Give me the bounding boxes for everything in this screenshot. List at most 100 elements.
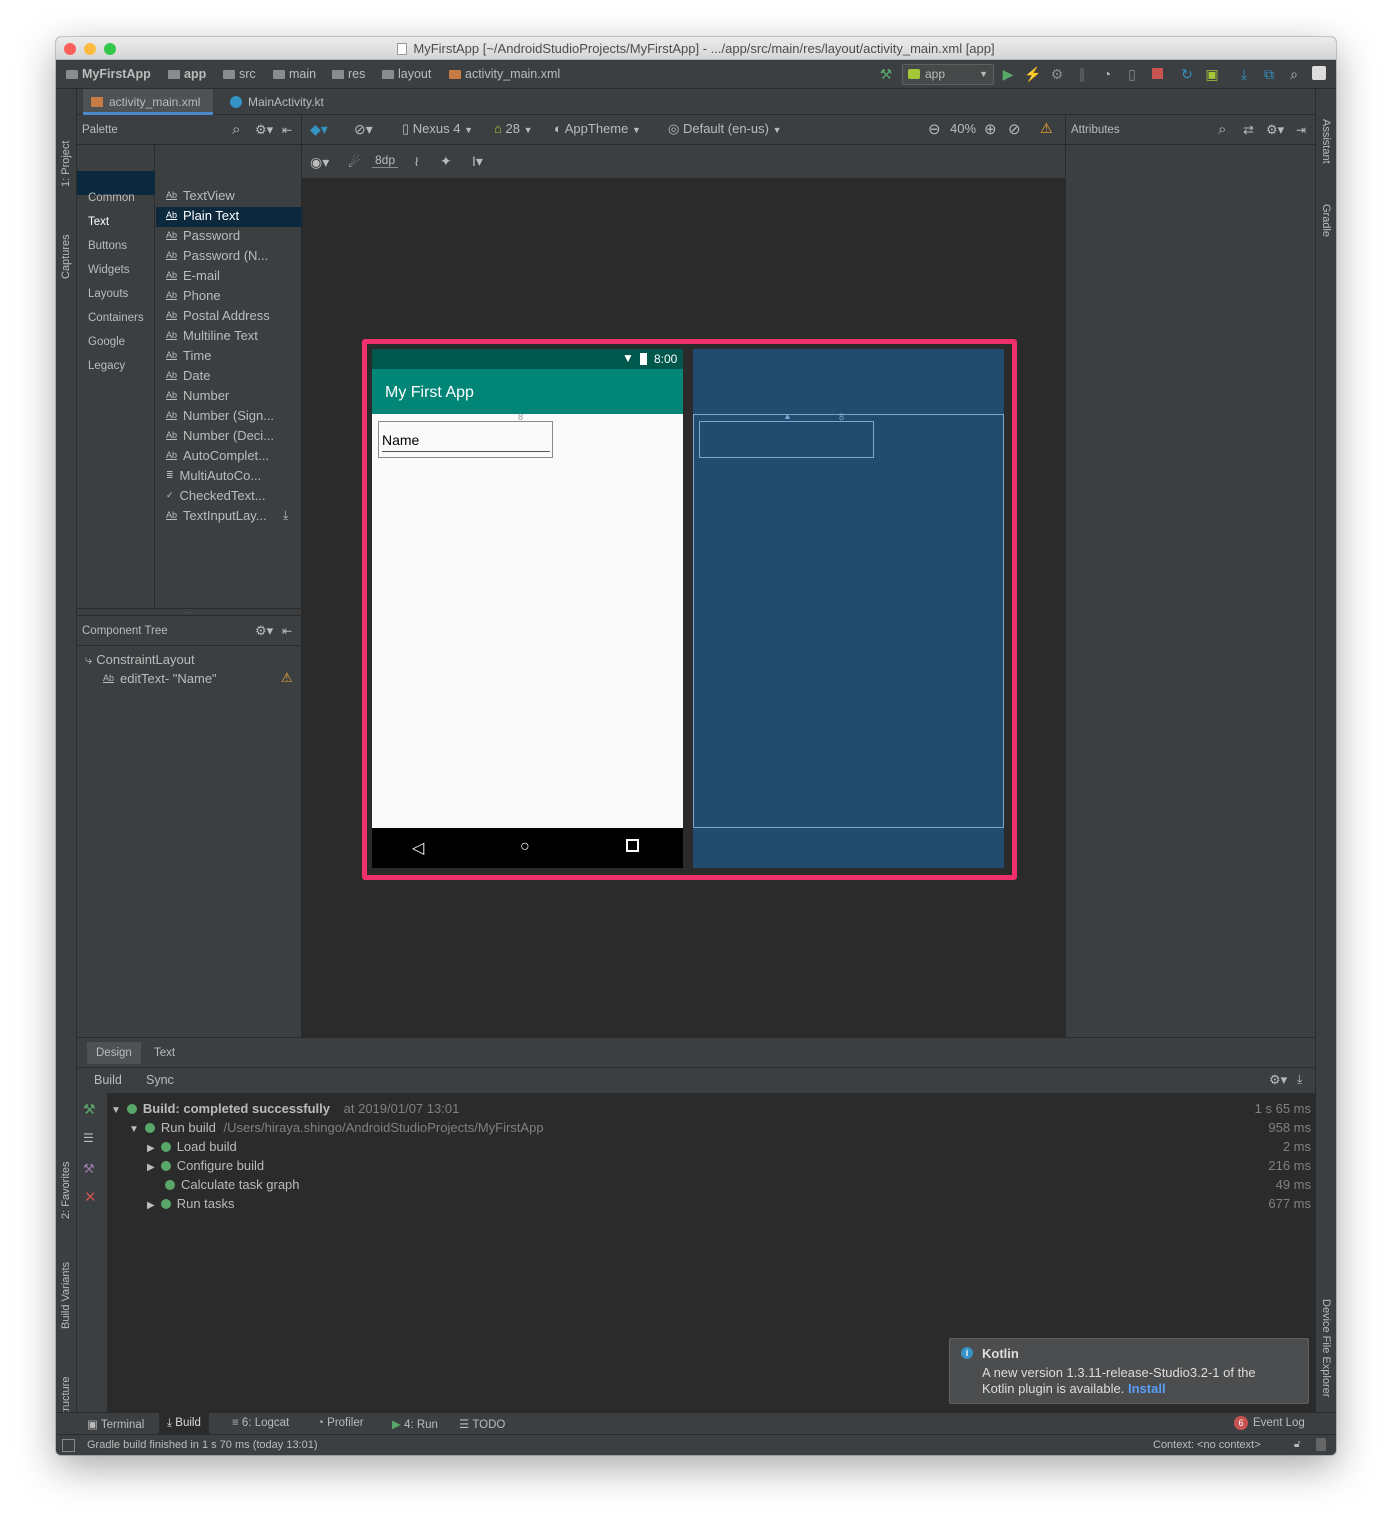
- category-layouts[interactable]: Layouts: [88, 288, 128, 300]
- debug-icon[interactable]: ⚙: [1049, 66, 1065, 82]
- sdk-manager-icon[interactable]: ⤓: [1236, 66, 1252, 82]
- name-edittext[interactable]: Name: [378, 421, 553, 458]
- tree-node-edittext[interactable]: Ab editText- "Name": [103, 671, 217, 686]
- infer-constraints-icon[interactable]: ✦: [440, 153, 452, 170]
- build-row-root[interactable]: ▼ Build: completed successfully at 2019/0…: [111, 1101, 459, 1116]
- palette-item-email[interactable]: Ab E-mail: [166, 268, 220, 283]
- build-row-task-graph[interactable]: Calculate task graph: [165, 1177, 300, 1192]
- hide-panel-icon[interactable]: ⇤: [282, 616, 292, 646]
- run-icon[interactable]: ▶: [1000, 66, 1016, 82]
- build-row-configure-build[interactable]: ▶ Configure build: [147, 1158, 264, 1173]
- autoconnect-icon[interactable]: ☄: [348, 154, 361, 171]
- hide-panel-icon[interactable]: ⇥: [1296, 115, 1306, 145]
- palette-item-number[interactable]: Ab Number: [166, 388, 229, 403]
- hide-panel-icon[interactable]: ⇤: [282, 115, 292, 145]
- attach-process-icon[interactable]: ▯: [1124, 66, 1140, 82]
- tab-sync[interactable]: Sync: [146, 1073, 174, 1087]
- breadcrumb-project[interactable]: MyFirstApp: [66, 67, 151, 81]
- run-config-select[interactable]: app ▼: [902, 64, 994, 85]
- user-icon[interactable]: [1311, 66, 1327, 82]
- breadcrumb-res[interactable]: res: [332, 67, 365, 81]
- tab-activity-main-xml[interactable]: activity_main.xml ✕: [83, 89, 213, 135]
- palette-item-phone[interactable]: Ab Phone: [166, 288, 221, 303]
- view-options-icon[interactable]: ◉▾: [310, 154, 329, 171]
- avd-manager-icon[interactable]: ▣: [1204, 66, 1220, 82]
- pin-icon[interactable]: ⚒: [83, 1161, 95, 1177]
- locale-select[interactable]: ◎ Default (en-us) ▼: [668, 121, 782, 137]
- gear-icon[interactable]: ⚙▾: [255, 616, 273, 646]
- toggle-tool-windows-icon[interactable]: [62, 1439, 75, 1452]
- tree-node-constraintlayout[interactable]: ⤷ ConstraintLayout: [85, 652, 195, 668]
- project-structure-icon[interactable]: ⧉: [1261, 66, 1277, 82]
- device-file-explorer-tool-button[interactable]: Device File Explorer: [1320, 1299, 1332, 1397]
- search-everywhere-icon[interactable]: ⌕: [1286, 66, 1302, 82]
- lock-icon[interactable]: 🔓︎: [1294, 1435, 1300, 1455]
- layers-icon[interactable]: ◆▾: [310, 121, 328, 138]
- build-row-run-build[interactable]: ▼ Run build /Users/hiraya.shingo/AndroidS…: [129, 1120, 544, 1135]
- api-level-select[interactable]: ⌂ 28 ▼: [494, 121, 533, 136]
- todo-tool-button[interactable]: ☰ TODO: [459, 1417, 505, 1431]
- palette-item-plain-text[interactable]: Ab Plain Text: [166, 208, 239, 223]
- install-link[interactable]: Install: [1128, 1381, 1166, 1396]
- design-surface[interactable]: ▼ 8:00 My First App Name 8 ◁ ○: [372, 349, 683, 868]
- warning-icon[interactable]: ⚠: [281, 670, 293, 686]
- breadcrumb-file[interactable]: activity_main.xml: [449, 67, 560, 81]
- build-row-load-build[interactable]: ▶ Load build: [147, 1139, 237, 1154]
- memory-indicator-icon[interactable]: [1316, 1438, 1326, 1451]
- guidelines-icon[interactable]: I▾: [472, 153, 483, 170]
- toggle-view-icon[interactable]: ☰: [83, 1131, 94, 1145]
- hammer-icon[interactable]: ⚒: [83, 1101, 96, 1118]
- favorites-tool-button[interactable]: 2: Favorites: [60, 1162, 72, 1219]
- category-widgets[interactable]: Widgets: [88, 264, 130, 276]
- theme-select[interactable]: ◐ AppTheme ▼: [554, 121, 641, 136]
- build-tool-button[interactable]: ⤓ Build: [159, 1413, 209, 1434]
- hide-icon[interactable]: ⤓: [1297, 1072, 1302, 1087]
- default-margin-select[interactable]: 8dp: [372, 153, 399, 168]
- search-icon[interactable]: ⌕: [1218, 115, 1226, 145]
- palette-item-number-signed[interactable]: Ab Number (Sign...: [166, 408, 274, 423]
- assistant-tool-button[interactable]: Assistant: [1320, 119, 1332, 164]
- breadcrumb-src[interactable]: src: [223, 67, 256, 81]
- category-containers[interactable]: Containers: [88, 312, 144, 324]
- zoom-fit-icon[interactable]: ⊘: [1008, 120, 1021, 138]
- splitter-handle[interactable]: .....: [77, 608, 302, 616]
- swap-view-icon[interactable]: ⇄: [1243, 115, 1254, 145]
- category-buttons[interactable]: Buttons: [88, 240, 127, 252]
- captures-tool-button[interactable]: Captures: [60, 234, 72, 279]
- palette-item-password-numeric[interactable]: Ab Password (N...: [166, 248, 268, 263]
- palette-item-date[interactable]: Ab Date: [166, 368, 210, 383]
- logcat-tool-button[interactable]: ≡ 6: Logcat: [232, 1417, 289, 1429]
- category-google[interactable]: Google: [88, 336, 125, 348]
- device-select[interactable]: ▯ Nexus 4 ▼: [402, 121, 473, 137]
- gear-icon[interactable]: ⚙▾: [1266, 115, 1284, 145]
- attach-debugger-icon[interactable]: ∥: [1074, 66, 1090, 82]
- blueprint-surface[interactable]: ▲ 8: [693, 349, 1004, 868]
- zoom-out-icon[interactable]: ⊖: [928, 120, 941, 138]
- breadcrumb-layout[interactable]: layout: [382, 67, 431, 81]
- tab-design[interactable]: Design: [87, 1042, 141, 1064]
- palette-item-textinputlayout[interactable]: Ab TextInputLay... ⤓: [166, 508, 288, 523]
- tab-text[interactable]: Text: [145, 1042, 184, 1064]
- breadcrumb-main[interactable]: main: [273, 67, 316, 81]
- category-text[interactable]: Text: [88, 216, 109, 228]
- clear-constraints-icon[interactable]: ≀: [414, 153, 419, 170]
- build-variants-tool-button[interactable]: Build Variants: [60, 1262, 72, 1329]
- palette-item-number-decimal[interactable]: Ab Number (Deci...: [166, 428, 274, 443]
- apply-changes-icon[interactable]: ⚡: [1024, 66, 1041, 82]
- gradle-tool-button[interactable]: Gradle: [1320, 204, 1332, 237]
- sync-gradle-icon[interactable]: ↻: [1179, 66, 1195, 82]
- palette-item-textview[interactable]: Ab TextView: [166, 188, 235, 203]
- tab-mainactivity-kt[interactable]: MainActivity.kt ✕: [222, 89, 342, 135]
- maximize-window-button[interactable]: [104, 43, 116, 55]
- close-icon[interactable]: ✕: [84, 1188, 97, 1206]
- search-icon[interactable]: ⌕: [232, 115, 240, 145]
- project-tool-button[interactable]: 1: Project: [60, 141, 72, 187]
- palette-item-password[interactable]: Ab Password: [166, 228, 240, 243]
- warning-icon[interactable]: ⚠: [1040, 120, 1053, 137]
- palette-item-time[interactable]: Ab Time: [166, 348, 211, 363]
- download-icon[interactable]: ⤓: [283, 508, 288, 523]
- breadcrumb-app[interactable]: app: [168, 67, 206, 81]
- blueprint-edittext[interactable]: [699, 421, 874, 458]
- build-row-run-tasks[interactable]: ▶ Run tasks: [147, 1196, 235, 1211]
- category-common[interactable]: Common: [88, 192, 135, 204]
